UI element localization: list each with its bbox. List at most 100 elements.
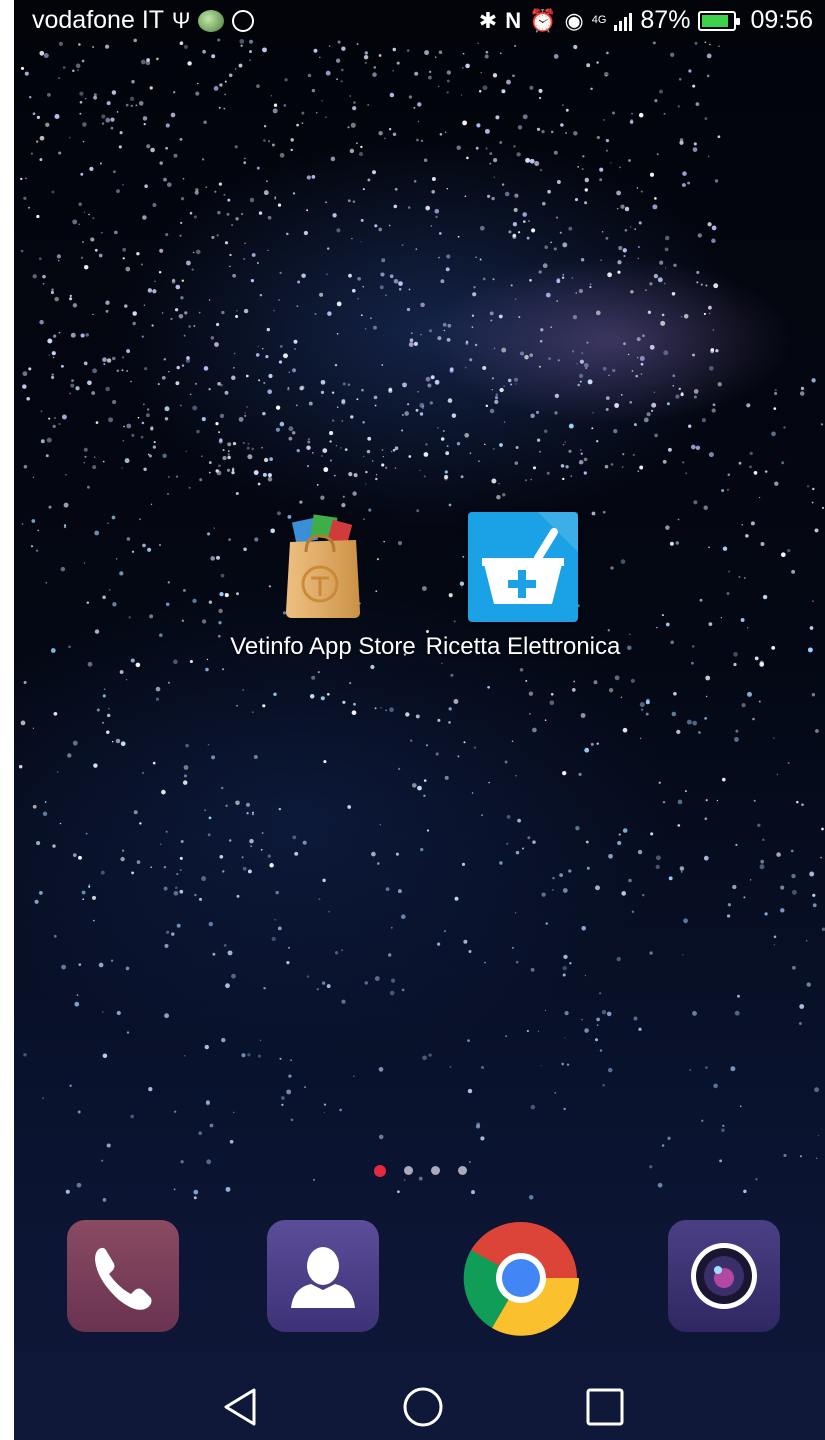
- wallpaper-star: [721, 777, 726, 782]
- wallpaper-star: [336, 301, 342, 307]
- wallpaper-star: [94, 248, 98, 252]
- page-dot[interactable]: [404, 1166, 413, 1175]
- home-button[interactable]: [400, 1384, 446, 1430]
- wallpaper-star: [227, 450, 230, 452]
- wallpaper-star: [403, 385, 406, 388]
- wallpaper-star: [596, 440, 599, 443]
- wallpaper-star: [88, 884, 91, 886]
- wallpaper-star: [351, 237, 353, 240]
- wallpaper-star: [101, 122, 105, 125]
- wallpaper-star: [163, 886, 168, 891]
- wallpaper-star: [165, 830, 168, 833]
- page-dot-active[interactable]: [374, 1165, 386, 1177]
- wallpaper-star: [654, 197, 657, 200]
- dock-phone-button[interactable]: [67, 1220, 179, 1332]
- wallpaper-star: [446, 254, 451, 259]
- dock-chrome-button[interactable]: [463, 1220, 579, 1336]
- wallpaper-star: [461, 862, 466, 866]
- wallpaper-star: [437, 427, 439, 429]
- wallpaper-star: [179, 234, 182, 237]
- wallpaper-star: [242, 866, 247, 871]
- wallpaper-star: [556, 300, 559, 302]
- wallpaper-star: [419, 469, 421, 471]
- wallpaper-star: [385, 709, 387, 712]
- wallpaper-star: [708, 622, 713, 626]
- wallpaper-star: [820, 423, 824, 426]
- wallpaper-star: [241, 213, 243, 215]
- wallpaper-star: [677, 105, 680, 108]
- wallpaper-star: [560, 464, 565, 468]
- wallpaper-star: [211, 235, 215, 239]
- page-indicator[interactable]: [374, 1165, 467, 1177]
- wallpaper-star: [186, 260, 191, 266]
- wallpaper-star: [204, 1044, 209, 1050]
- wallpaper-star: [549, 700, 555, 706]
- wallpaper-star: [349, 148, 355, 154]
- wallpaper-star: [735, 729, 739, 733]
- dock-camera-button[interactable]: [668, 1220, 780, 1332]
- wallpaper-star: [48, 354, 50, 356]
- recent-apps-button[interactable]: [582, 1384, 628, 1430]
- wallpaper-star: [568, 226, 573, 231]
- wallpaper-star: [562, 888, 568, 893]
- wallpaper-star: [737, 994, 740, 998]
- wallpaper-star: [581, 1018, 583, 1021]
- wallpaper-star: [244, 242, 246, 245]
- wallpaper-star: [450, 673, 454, 677]
- wallpaper-star: [93, 93, 97, 97]
- wallpaper-star: [469, 452, 472, 454]
- app-ricetta-elettronica[interactable]: Ricetta Elettronica: [423, 512, 623, 661]
- wallpaper-star: [388, 388, 393, 393]
- wallpaper-star: [205, 186, 208, 189]
- wallpaper-star: [515, 960, 519, 964]
- wallpaper-star: [441, 662, 443, 664]
- wallpaper-star: [484, 961, 486, 964]
- wallpaper-star: [480, 1136, 485, 1141]
- app-vetinfo-app-store[interactable]: Vetinfo App Store: [223, 512, 423, 661]
- wallpaper-star: [336, 78, 339, 81]
- wallpaper-star: [212, 952, 216, 956]
- wallpaper-star: [144, 184, 148, 188]
- wallpaper-star: [72, 69, 75, 72]
- wallpaper-star: [253, 754, 258, 760]
- wallpaper-star: [421, 407, 425, 410]
- wallpaper-star: [467, 1039, 470, 1042]
- wallpaper-star: [112, 602, 117, 607]
- wallpaper-star: [554, 411, 558, 415]
- wallpaper-star: [389, 707, 394, 713]
- wallpaper-star: [360, 218, 364, 222]
- page-dot[interactable]: [431, 1166, 440, 1175]
- wallpaper-star: [755, 1178, 758, 1181]
- wallpaper-star: [587, 379, 593, 385]
- wallpaper-star: [341, 503, 346, 508]
- wallpaper-star: [506, 815, 511, 819]
- wallpaper-star: [325, 201, 327, 204]
- wallpaper-star: [102, 595, 106, 600]
- wallpaper-star: [224, 80, 227, 83]
- wallpaper-star: [105, 117, 111, 123]
- wallpaper-star: [227, 453, 230, 456]
- wallpaper-star: [651, 409, 654, 412]
- wallpaper-star: [749, 465, 752, 469]
- wallpaper-star: [183, 44, 188, 49]
- wallpaper-star: [316, 484, 319, 486]
- back-button[interactable]: [218, 1384, 264, 1430]
- wallpaper-star: [434, 208, 440, 214]
- wallpaper-star: [618, 245, 623, 251]
- wallpaper-star: [243, 308, 249, 314]
- wallpaper-star: [72, 853, 77, 857]
- wallpaper-star: [263, 190, 269, 196]
- wallpaper-star: [499, 443, 503, 447]
- wallpaper-star: [137, 416, 140, 419]
- wallpaper-star: [304, 1086, 306, 1089]
- page-dot[interactable]: [458, 1166, 467, 1175]
- wallpaper-star: [565, 465, 569, 469]
- wallpaper-star: [528, 1195, 534, 1200]
- wallpaper-star: [579, 462, 581, 465]
- wallpaper-star: [342, 495, 345, 498]
- wallpaper-star: [165, 930, 170, 934]
- wallpaper-star: [267, 473, 272, 478]
- dock-contacts-button[interactable]: [267, 1220, 379, 1332]
- wallpaper-star: [175, 284, 181, 290]
- wallpaper-star: [267, 854, 271, 858]
